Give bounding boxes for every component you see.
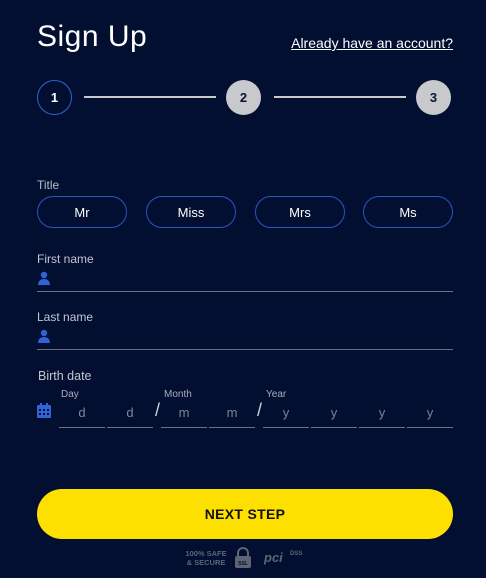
step-1: 1 [37,80,72,115]
date-separator: / [257,400,263,420]
person-icon [38,329,50,343]
first-name-input-row [37,268,453,292]
year-digit-1-input[interactable]: y [263,402,309,428]
calendar-icon [37,403,51,418]
safe-secure-badge: 100% SAFE & SECURE [184,549,228,567]
step-connector [274,96,406,98]
ssl-lock-icon: SSL [235,547,251,568]
dss-label: DSS [290,551,303,557]
step-connector [84,96,216,98]
page-title: Sign Up [37,20,148,53]
month-digit-2-input[interactable]: m [209,402,255,428]
month-digit-1-input[interactable]: m [161,402,207,428]
year-label: Year [266,389,287,400]
first-name-label: First name [37,252,94,266]
ssl-label: SSL [238,561,248,567]
last-name-input-row [37,326,453,350]
birth-date-label: Birth date [38,369,92,383]
last-name-input[interactable] [57,326,447,348]
title-option-mrs[interactable]: Mrs [255,196,345,228]
last-name-label: Last name [37,310,94,324]
title-label: Title [37,178,60,192]
year-digit-2-input[interactable]: y [311,402,357,428]
progress-stepper: 1 2 3 [37,80,453,116]
next-step-button[interactable]: NEXT STEP [37,489,453,539]
title-option-mr[interactable]: Mr [37,196,127,228]
title-options: Mr Miss Mrs Ms [37,196,453,228]
last-name-field: Last name [37,310,453,350]
day-label: Day [61,389,79,400]
step-3: 3 [416,80,451,115]
first-name-input[interactable] [57,268,447,290]
pci-logo: pci [264,550,283,565]
title-option-miss[interactable]: Miss [146,196,236,228]
day-digit-1-input[interactable]: d [59,402,105,428]
year-digit-4-input[interactable]: y [407,402,453,428]
safe-line-1: 100% SAFE [185,549,227,558]
person-icon [38,271,50,285]
year-digit-3-input[interactable]: y [359,402,405,428]
date-separator: / [155,400,161,420]
step-2: 2 [226,80,261,115]
login-link[interactable]: Already have an account? [291,35,453,51]
day-digit-2-input[interactable]: d [107,402,153,428]
title-option-ms[interactable]: Ms [363,196,453,228]
first-name-field: First name [37,252,453,292]
security-badges: 100% SAFE & SECURE SSL pci DSS [184,547,314,571]
safe-line-2: & SECURE [186,558,226,567]
month-label: Month [164,389,192,400]
